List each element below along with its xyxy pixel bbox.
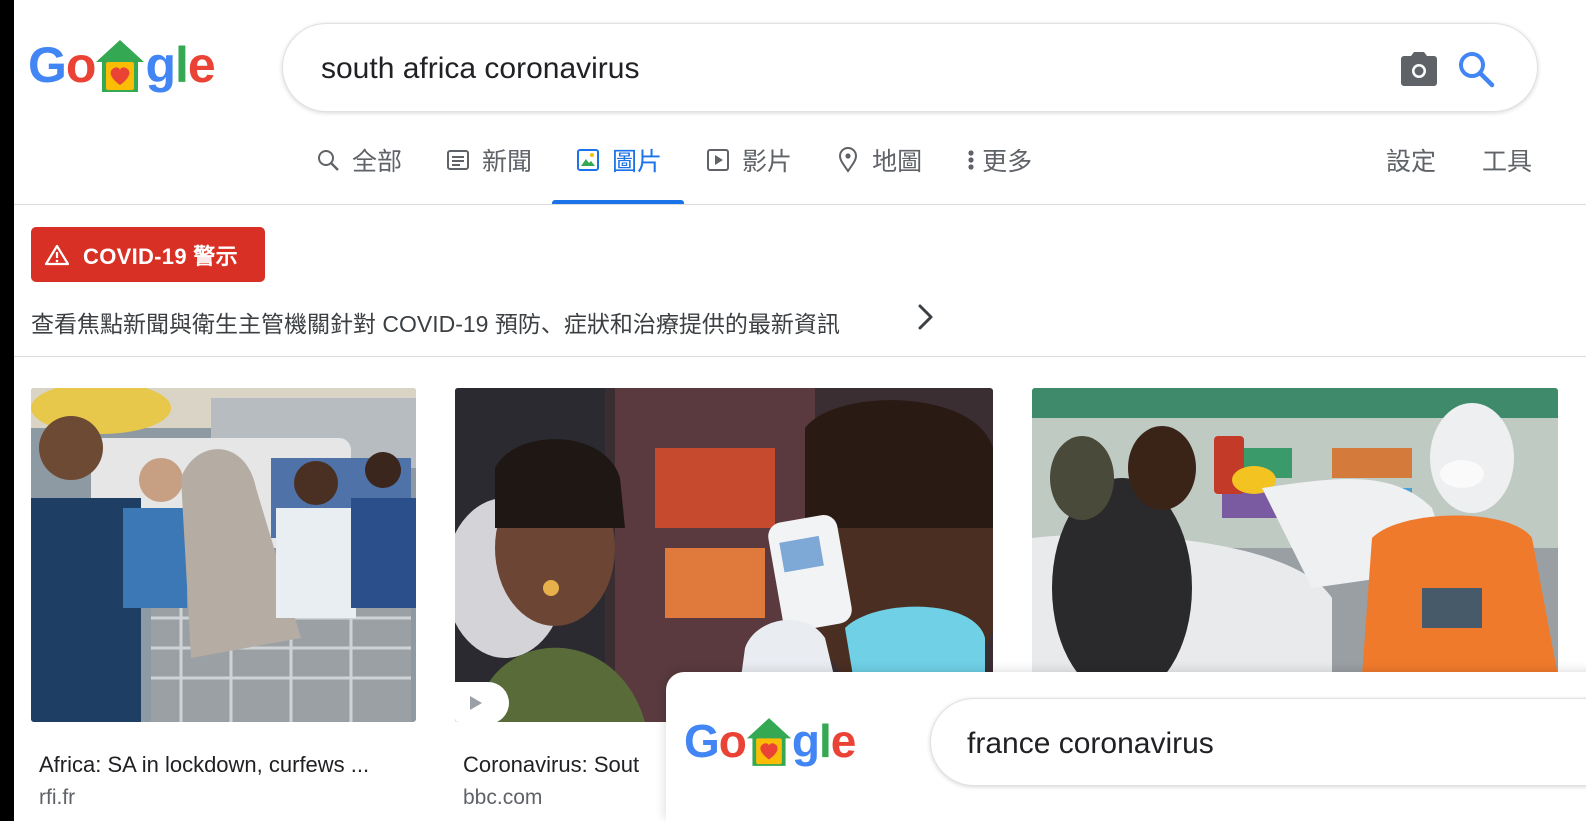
tab-news-label: 新聞 xyxy=(482,148,533,176)
logo-letter-e: e xyxy=(187,37,216,93)
tab-all-label: 全部 xyxy=(352,148,403,176)
tab-images[interactable]: 圖片 xyxy=(552,140,685,204)
covid-divider xyxy=(14,356,1586,357)
result-thumbnail[interactable] xyxy=(31,388,416,722)
search-icon[interactable] xyxy=(1455,48,1497,90)
logo-letter-e: e xyxy=(830,715,857,767)
logo-letter-g2: g xyxy=(791,715,820,767)
search-icon xyxy=(314,146,342,174)
covid-alert-label: COVID-19 警示 xyxy=(83,243,238,269)
tab-more-label: 更多 xyxy=(982,148,1033,176)
google-doodle-logo[interactable]: G o g l e xyxy=(684,710,857,768)
tab-all[interactable]: 全部 xyxy=(314,140,402,180)
covid-alert-badge[interactable]: COVID-19 警示 xyxy=(31,227,265,282)
map-pin-icon xyxy=(834,146,862,174)
google-doodle-logo[interactable]: G o g l e xyxy=(28,30,216,94)
house-heart-icon xyxy=(95,38,145,94)
camera-icon[interactable] xyxy=(1399,50,1439,88)
image-icon xyxy=(574,146,602,174)
covid-alert-message[interactable]: 查看焦點新聞與衛生主管機關針對 COVID-19 預防、症狀和治療提供的最新資訊 xyxy=(31,305,840,339)
more-vert-icon xyxy=(964,146,978,174)
house-heart-icon xyxy=(746,716,792,768)
settings-link[interactable]: 設定 xyxy=(1386,142,1436,178)
result-thumbnail[interactable] xyxy=(1032,388,1558,676)
search-tabs: 全部 新聞 圖片 影片 地圖 更多 xyxy=(314,140,1074,204)
tab-videos[interactable]: 影片 xyxy=(704,140,792,180)
video-play-chip[interactable] xyxy=(455,682,509,722)
search-input[interactable]: south africa coronavirus xyxy=(321,52,640,86)
result-source[interactable]: bbc.com xyxy=(463,786,542,810)
newspaper-icon xyxy=(444,146,472,174)
logo-letter-g: G xyxy=(684,715,720,767)
logo-letter-g: G xyxy=(28,37,67,93)
image-result-card[interactable]: Africa: SA in lockdown, curfews ... rfi.… xyxy=(31,376,416,816)
logo-letter-l: l xyxy=(175,37,189,93)
play-icon xyxy=(704,146,732,174)
result-source[interactable]: rfi.fr xyxy=(39,786,75,810)
tab-images-label: 圖片 xyxy=(612,148,663,176)
overlay-screenshot: G o g l e france coronavirus xyxy=(666,672,1586,821)
tools-link[interactable]: 工具 xyxy=(1482,142,1532,178)
search-box[interactable]: france coronavirus xyxy=(930,698,1586,786)
logo-letter-o: o xyxy=(718,715,747,767)
chevron-right-icon[interactable] xyxy=(912,300,938,334)
tab-more[interactable]: 更多 xyxy=(964,140,1032,180)
tab-maps-label: 地圖 xyxy=(872,148,923,176)
warning-icon xyxy=(45,244,69,265)
tab-videos-label: 影片 xyxy=(742,148,793,176)
header-divider xyxy=(14,204,1586,205)
result-title[interactable]: Africa: SA in lockdown, curfews ... xyxy=(39,752,419,778)
search-box[interactable]: south africa coronavirus xyxy=(282,23,1538,112)
logo-letter-l: l xyxy=(819,715,832,767)
header-right-links: 設定 工具 xyxy=(1340,140,1532,180)
play-icon xyxy=(470,696,482,710)
search-input[interactable]: france coronavirus xyxy=(967,727,1214,761)
result-title[interactable]: Coronavirus: Sout xyxy=(463,752,653,778)
tab-maps[interactable]: 地圖 xyxy=(834,140,922,180)
tab-news[interactable]: 新聞 xyxy=(444,140,532,180)
logo-letter-g2: g xyxy=(145,37,176,93)
logo-letter-o: o xyxy=(65,37,97,93)
search-results-page: G o g l e south africa coronavirus 全部 新聞… xyxy=(14,0,1586,821)
